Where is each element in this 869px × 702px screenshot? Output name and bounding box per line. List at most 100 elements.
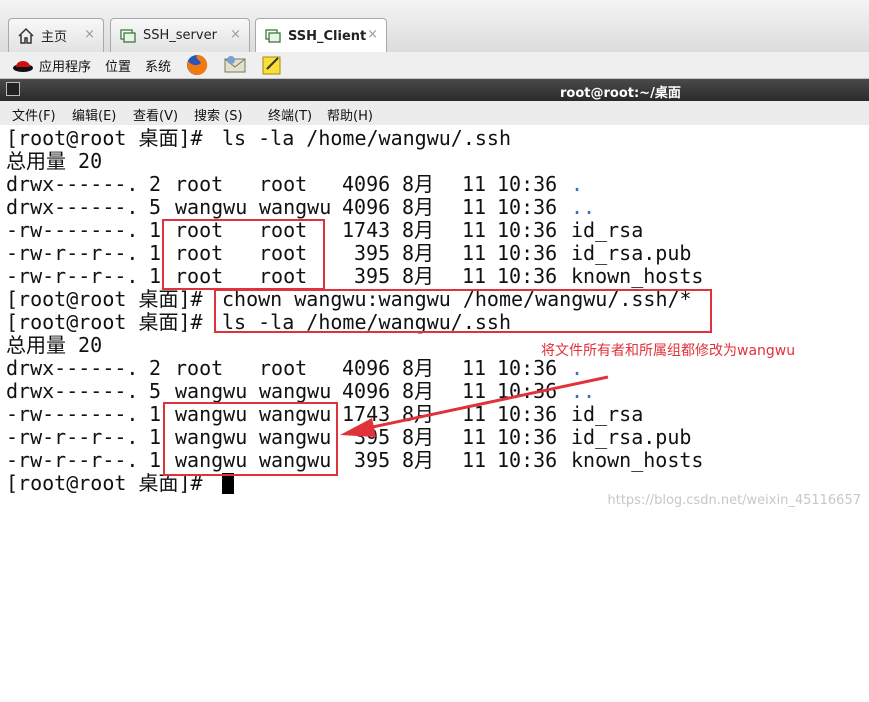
menu-bar: 文件(F) 编辑(E) 查看(V) 搜索 (S) 终端(T) 帮助(H)	[0, 101, 869, 126]
tab-label: SSH_server	[143, 28, 217, 43]
perms: drwx------.	[6, 195, 139, 219]
file-name: known_hosts	[571, 448, 704, 472]
perms: drwx------.	[6, 172, 139, 196]
menu-help[interactable]: 帮助(H)	[327, 105, 373, 124]
file-name: id_rsa	[571, 402, 644, 426]
links: 5	[149, 195, 162, 219]
file-name: ..	[571, 379, 596, 403]
listing-row: -rw-r--r--. 1 root root 395 8月 11 10:36 …	[6, 265, 703, 288]
prompt: [root@root 桌面]#	[6, 310, 203, 334]
time: 10:36	[497, 379, 558, 403]
terminal-line: 总用量 20	[6, 150, 102, 173]
size: 4096	[342, 356, 391, 380]
system-menu[interactable]: 系统	[145, 56, 171, 75]
mail-icon	[224, 56, 246, 73]
listing-row: -rw-r--r--. 1 wangwu wangwu 395 8月 11 10…	[6, 449, 703, 472]
highlight-box	[162, 219, 325, 290]
terminal-line: 总用量 20	[6, 334, 102, 357]
applications-label: 应用程序	[39, 59, 92, 75]
notes-icon	[262, 56, 281, 75]
file-name: .	[571, 356, 584, 380]
links: 1	[149, 264, 162, 288]
day: 11	[462, 448, 487, 472]
file-name: id_rsa.pub	[571, 425, 692, 449]
window-title: root@root:~/桌面	[560, 86, 681, 101]
links: 1	[149, 218, 162, 242]
group: wangwu	[259, 379, 332, 403]
close-icon[interactable]: ×	[230, 27, 241, 42]
day: 11	[462, 195, 487, 219]
places-menu[interactable]: 位置	[105, 56, 131, 75]
menu-edit[interactable]: 编辑(E)	[72, 105, 116, 124]
tab-label: 主页	[41, 30, 68, 45]
time: 10:36	[497, 195, 558, 219]
owner: root	[175, 356, 224, 380]
month: 8月	[402, 218, 435, 242]
day: 11	[462, 218, 487, 242]
close-icon[interactable]: ×	[367, 27, 378, 42]
day: 11	[462, 241, 487, 265]
applications-menu[interactable]: 应用程序	[12, 55, 91, 75]
day: 11	[462, 172, 487, 196]
perms: -rw-------.	[6, 218, 139, 242]
tab-ssh-client[interactable]: SSH_Client ×	[255, 18, 387, 53]
links: 1	[149, 402, 162, 426]
firefox-icon	[187, 54, 208, 75]
listing-row: drwx------. 5 wangwu wangwu 4096 8月 11 1…	[6, 380, 595, 403]
file-name: id_rsa	[571, 218, 644, 242]
terminal-line: [root@root 桌面]# ls -la /home/wangwu/.ssh	[6, 311, 511, 334]
menu-view[interactable]: 查看(V)	[133, 105, 178, 124]
highlight-box	[214, 289, 712, 333]
listing-row: -rw-------. 1 wangwu wangwu 1743 8月 11 1…	[6, 403, 643, 426]
tab-home[interactable]: 主页 ×	[8, 18, 104, 52]
links: 1	[149, 448, 162, 472]
perms: drwx------.	[6, 356, 139, 380]
file-name: id_rsa.pub	[571, 241, 692, 265]
listing-row: -rw-------. 1 root root 1743 8月 11 10:36…	[6, 219, 643, 242]
size: 395	[354, 264, 391, 288]
tab-label: SSH_Client	[288, 28, 367, 44]
day: 11	[462, 356, 487, 380]
terminal-area[interactable]: [root@root 桌面]# ls -la /home/wangwu/.ssh…	[0, 125, 869, 518]
time: 10:36	[497, 172, 558, 196]
day: 11	[462, 402, 487, 426]
menu-terminal[interactable]: 终端(T)	[268, 105, 312, 124]
perms: -rw-r--r--.	[6, 425, 139, 449]
tab-bar: 主页 × SSH_server × SSH_Client ×	[0, 0, 869, 53]
annotation-text: 将文件所有者和所属组都修改为wangwu	[541, 343, 796, 359]
mail-launcher[interactable]	[223, 54, 247, 76]
close-icon[interactable]: ×	[84, 27, 95, 42]
links: 1	[149, 241, 162, 265]
size: 395	[354, 448, 391, 472]
size: 1743	[342, 218, 391, 242]
listing-row: drwx------. 2 root root 4096 8月 11 10:36…	[6, 173, 583, 196]
terminal-line: [root@root 桌面]#	[6, 472, 203, 495]
tab-ssh-server[interactable]: SSH_server ×	[110, 18, 250, 52]
month: 8月	[402, 195, 435, 219]
total-line: 总用量 20	[6, 333, 103, 357]
links: 5	[149, 379, 162, 403]
listing-row: -rw-r--r--. 1 wangwu wangwu 395 8月 11 10…	[6, 426, 691, 449]
time: 10:36	[497, 264, 558, 288]
perms: -rw-r--r--.	[6, 448, 139, 472]
firefox-launcher[interactable]	[185, 53, 209, 77]
listing-row: drwx------. 5 wangwu wangwu 4096 8月 11 1…	[6, 196, 595, 219]
menu-search[interactable]: 搜索 (S)	[194, 105, 243, 124]
day: 11	[462, 379, 487, 403]
month: 8月	[402, 402, 435, 426]
menu-file[interactable]: 文件(F)	[12, 105, 56, 124]
time: 10:36	[497, 425, 558, 449]
time: 10:36	[497, 356, 558, 380]
notes-launcher[interactable]	[261, 54, 283, 76]
file-name: known_hosts	[571, 264, 704, 288]
window-titlebar[interactable]: root@root:~/桌面	[0, 79, 869, 101]
home-icon	[17, 27, 35, 45]
size: 395	[354, 425, 391, 449]
terminal-tab-icon	[119, 27, 137, 45]
size: 1743	[342, 402, 391, 426]
month: 8月	[402, 241, 435, 265]
links: 2	[149, 356, 162, 380]
highlight-box	[163, 402, 338, 476]
total-line: 总用量 20	[6, 149, 103, 173]
month: 8月	[402, 264, 435, 288]
